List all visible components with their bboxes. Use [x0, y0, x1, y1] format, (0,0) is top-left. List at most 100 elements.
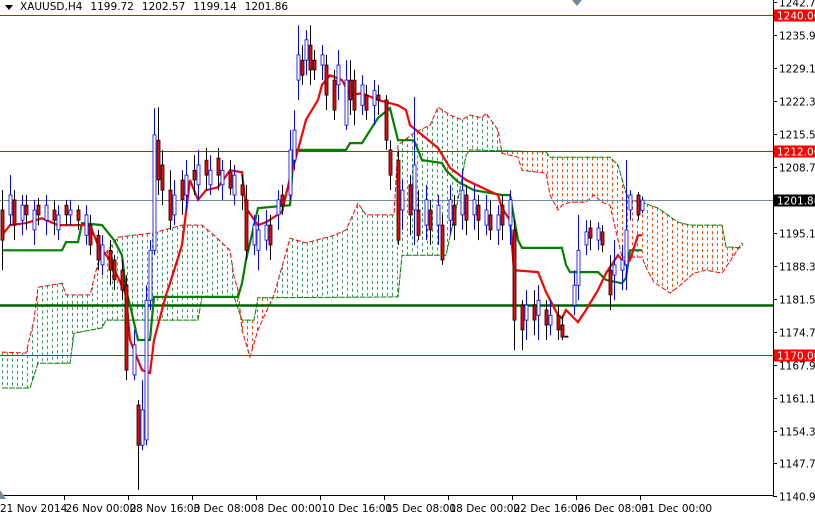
candle-body [460, 189, 465, 216]
bull-candle [276, 190, 281, 230]
y-tick-label: 1222.30 [779, 97, 815, 109]
chart-shift-marker-icon[interactable] [572, 0, 582, 6]
bear-candle [520, 300, 525, 351]
candle-body [112, 259, 117, 281]
scroll-marker-icon[interactable] [0, 490, 6, 499]
y-tick-label: 1154.30 [779, 427, 815, 439]
candle-body [172, 194, 177, 216]
bull-candle [84, 205, 89, 245]
candle-body [520, 304, 525, 331]
candle-body [180, 179, 185, 201]
candle-body [600, 231, 605, 246]
bear-candle [76, 205, 81, 230]
candle-body [488, 214, 493, 231]
bull-candle [264, 210, 269, 251]
candle-body [100, 244, 105, 266]
bull-candle [220, 160, 225, 200]
bull-candle [360, 75, 365, 115]
dropdown-triangle-icon[interactable] [5, 4, 13, 10]
bear-candle [388, 140, 393, 191]
candle-body [304, 39, 309, 61]
level-price-label: 1240.00 [777, 11, 815, 23]
bear-candle [156, 107, 161, 196]
bear-candle [464, 184, 469, 236]
candle-body [96, 234, 101, 261]
candle-body [440, 224, 445, 261]
bull-candle [152, 108, 157, 256]
bull-candle [572, 270, 577, 316]
y-tick-label: 1215.50 [779, 130, 815, 142]
candle-body [416, 209, 421, 236]
bull-candle [304, 30, 309, 76]
bear-candle [180, 170, 185, 215]
candle-body [156, 139, 161, 181]
bear-candle [488, 199, 493, 241]
candle-body [292, 129, 297, 161]
candle-body [396, 159, 401, 241]
candle-body [640, 199, 645, 211]
candle-body [572, 284, 577, 306]
bull-candle [584, 220, 589, 256]
candle-body [244, 199, 249, 251]
candle-body [352, 79, 357, 111]
bull-candle [144, 285, 149, 446]
bear-candle [160, 149, 165, 206]
bull-candle [612, 240, 617, 301]
x-axis-labels: 21 Nov 201426 Nov 00:0028 Nov 16:003 Dec… [0, 495, 712, 515]
candle-body [232, 174, 237, 196]
candle-body [424, 199, 429, 226]
candle-body [348, 79, 353, 101]
candle-body [452, 204, 457, 226]
bull-candle [8, 175, 13, 226]
candle-body [196, 164, 201, 186]
bear-candle [36, 197, 41, 226]
bear-candle [268, 214, 273, 261]
bull-candle [196, 149, 201, 200]
candle-body [560, 324, 565, 338]
candle-body [400, 189, 405, 211]
candle-body [628, 194, 633, 211]
candle-body [428, 209, 433, 231]
candle-body [584, 231, 589, 246]
candle-body [464, 194, 469, 221]
bull-candle [20, 195, 25, 236]
candle-body [620, 259, 625, 271]
bear-candle [112, 255, 117, 291]
candle-body [136, 404, 141, 446]
x-tick-label: 8 Dec 00:00 [258, 503, 322, 515]
bear-candle [384, 95, 389, 150]
candle-body [508, 199, 513, 226]
candle-body [24, 204, 29, 216]
bull-candle [344, 60, 349, 131]
candle-body [324, 64, 329, 96]
y-tick-label: 1229.10 [779, 64, 815, 76]
candle-body [384, 99, 389, 141]
candle-body [332, 79, 337, 111]
bear-candle [452, 195, 457, 241]
x-tick-label: 26 Nov 00:00 [66, 503, 137, 515]
bear-candle [352, 69, 357, 126]
y-tick-label: 1174.70 [779, 328, 815, 340]
bull-candle [640, 196, 645, 214]
bull-candle [132, 329, 137, 381]
candle-body [312, 59, 317, 71]
candle-body [524, 304, 529, 321]
candle-body [108, 249, 113, 271]
candle-body [408, 184, 413, 216]
bear-candle [108, 240, 113, 286]
bear-candle [428, 199, 433, 245]
candle-body [152, 134, 157, 251]
candle-body [344, 79, 349, 126]
candle-body [20, 204, 25, 221]
candle-body [548, 314, 553, 326]
bear-candle [168, 170, 173, 230]
bull-candle [32, 199, 37, 245]
ohlc-high: 1202.57 [141, 1, 186, 13]
price-chart[interactable]: 1240.001212.001201.861170.001242.701235.… [0, 0, 815, 516]
bull-candle [524, 290, 529, 341]
candle-body [544, 309, 549, 326]
bear-candle [500, 195, 505, 241]
candle-body [52, 209, 57, 221]
candle-body [436, 204, 441, 226]
bear-candle [396, 149, 401, 245]
